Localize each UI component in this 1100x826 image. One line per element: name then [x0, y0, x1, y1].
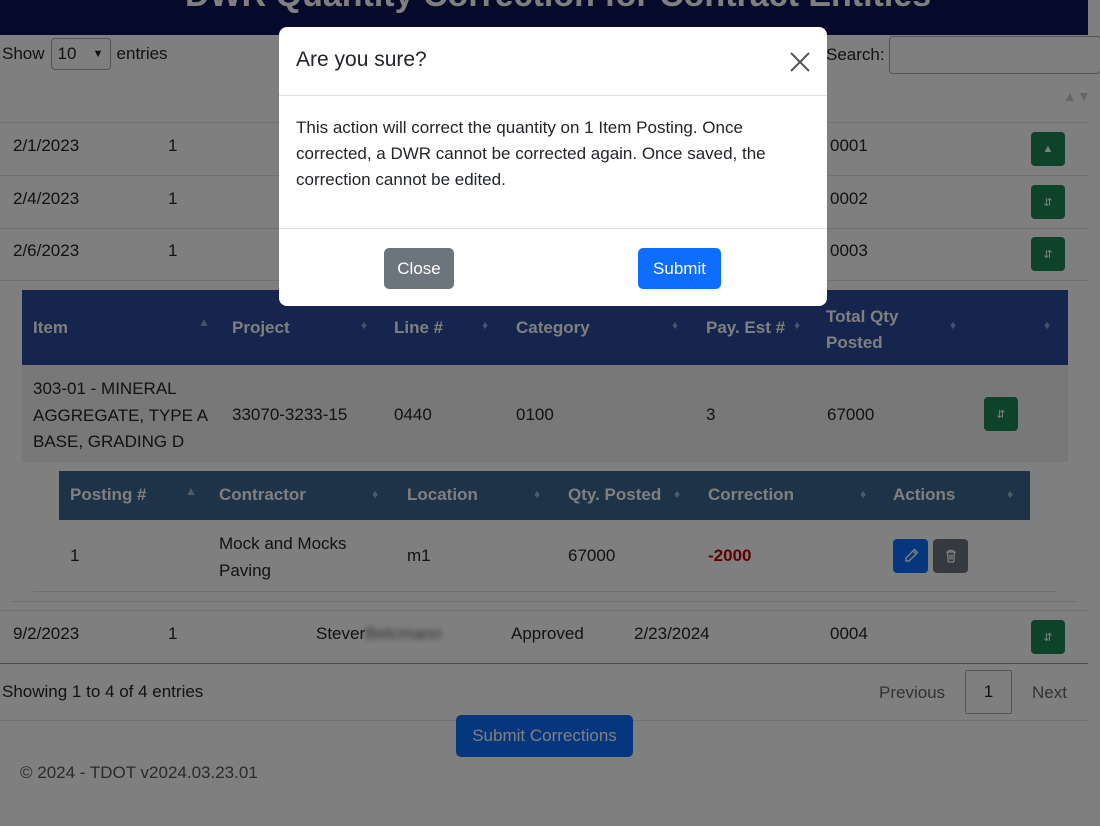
modal-footer: Close Submit [279, 228, 827, 306]
modal-title: Are you sure? [296, 48, 427, 71]
modal-header: Are you sure? [279, 27, 827, 96]
modal-close-text-button[interactable]: Close [384, 248, 454, 289]
modal-close-button[interactable] [785, 47, 815, 77]
modal-body: This action will correct the quantity on… [296, 118, 766, 189]
close-icon [790, 52, 810, 72]
confirm-modal: Are you sure? This action will correct t… [279, 27, 827, 306]
modal-submit-button[interactable]: Submit [638, 248, 721, 289]
